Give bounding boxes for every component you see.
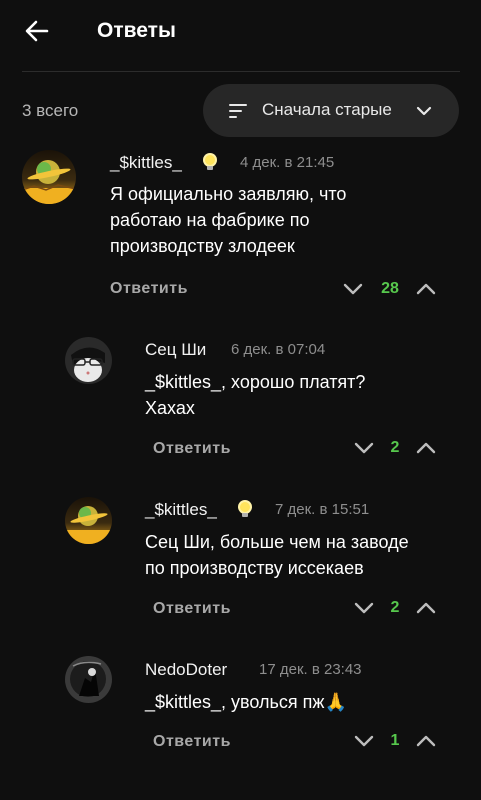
avatar[interactable]	[65, 497, 112, 544]
reply-button[interactable]: Ответить	[153, 731, 231, 753]
avatar[interactable]	[65, 337, 112, 384]
page-title: Ответы	[97, 19, 176, 42]
comment-time: 4 дек. в 21:45	[240, 154, 335, 171]
sort-button[interactable]: Сначала старые	[203, 84, 459, 137]
downvote-chevron-down-icon[interactable]	[342, 278, 364, 300]
avatar[interactable]	[65, 656, 112, 703]
downvote-chevron-down-icon[interactable]	[353, 730, 375, 752]
sort-label: Сначала старые	[262, 100, 392, 119]
upvote-chevron-up-icon[interactable]	[415, 730, 437, 752]
vote-score: 1	[390, 732, 400, 749]
top-bar: Ответы	[0, 0, 481, 62]
reply-button[interactable]: Ответить	[153, 438, 231, 460]
vote-score: 2	[390, 599, 400, 616]
downvote-chevron-down-icon[interactable]	[353, 437, 375, 459]
reply-button[interactable]: Ответить	[153, 598, 231, 620]
avatar[interactable]	[22, 150, 76, 204]
comment-author[interactable]: _$kittles_	[110, 152, 182, 174]
upvote-chevron-up-icon[interactable]	[415, 437, 437, 459]
sort-lines-icon	[228, 101, 248, 121]
vote-score: 28	[381, 280, 399, 297]
replies-count: 3 всего	[22, 101, 79, 120]
upvote-chevron-up-icon[interactable]	[415, 597, 437, 619]
comment-text: _$kittles_, хорошо платят? Хахах	[145, 372, 366, 418]
reply-button[interactable]: Ответить	[110, 278, 188, 300]
comment-time: 7 дек. в 15:51	[275, 501, 370, 518]
comment-author[interactable]: Сец Ши	[145, 339, 206, 361]
comment-time: 6 дек. в 07:04	[231, 341, 326, 358]
comment-text: Я официально заявляю, что работаю на фаб…	[110, 184, 347, 256]
downvote-chevron-down-icon[interactable]	[353, 597, 375, 619]
comment-author[interactable]: _$kittles_	[145, 499, 217, 521]
upvote-chevron-up-icon[interactable]	[415, 278, 437, 300]
lightbulb-icon	[199, 151, 221, 173]
header-divider	[22, 71, 460, 72]
comment-author[interactable]: NedoDoter	[145, 659, 227, 681]
back-arrow-icon[interactable]	[22, 16, 52, 46]
comment-time: 17 дек. в 23:43	[259, 661, 362, 678]
comment-text: _$kittles_, уволься пж🙏	[145, 692, 347, 712]
lightbulb-icon	[234, 498, 256, 520]
chevron-down-icon	[415, 102, 433, 120]
vote-score: 2	[390, 439, 400, 456]
comment-text: Сец Ши, больше чем на заводе по производ…	[145, 532, 409, 578]
